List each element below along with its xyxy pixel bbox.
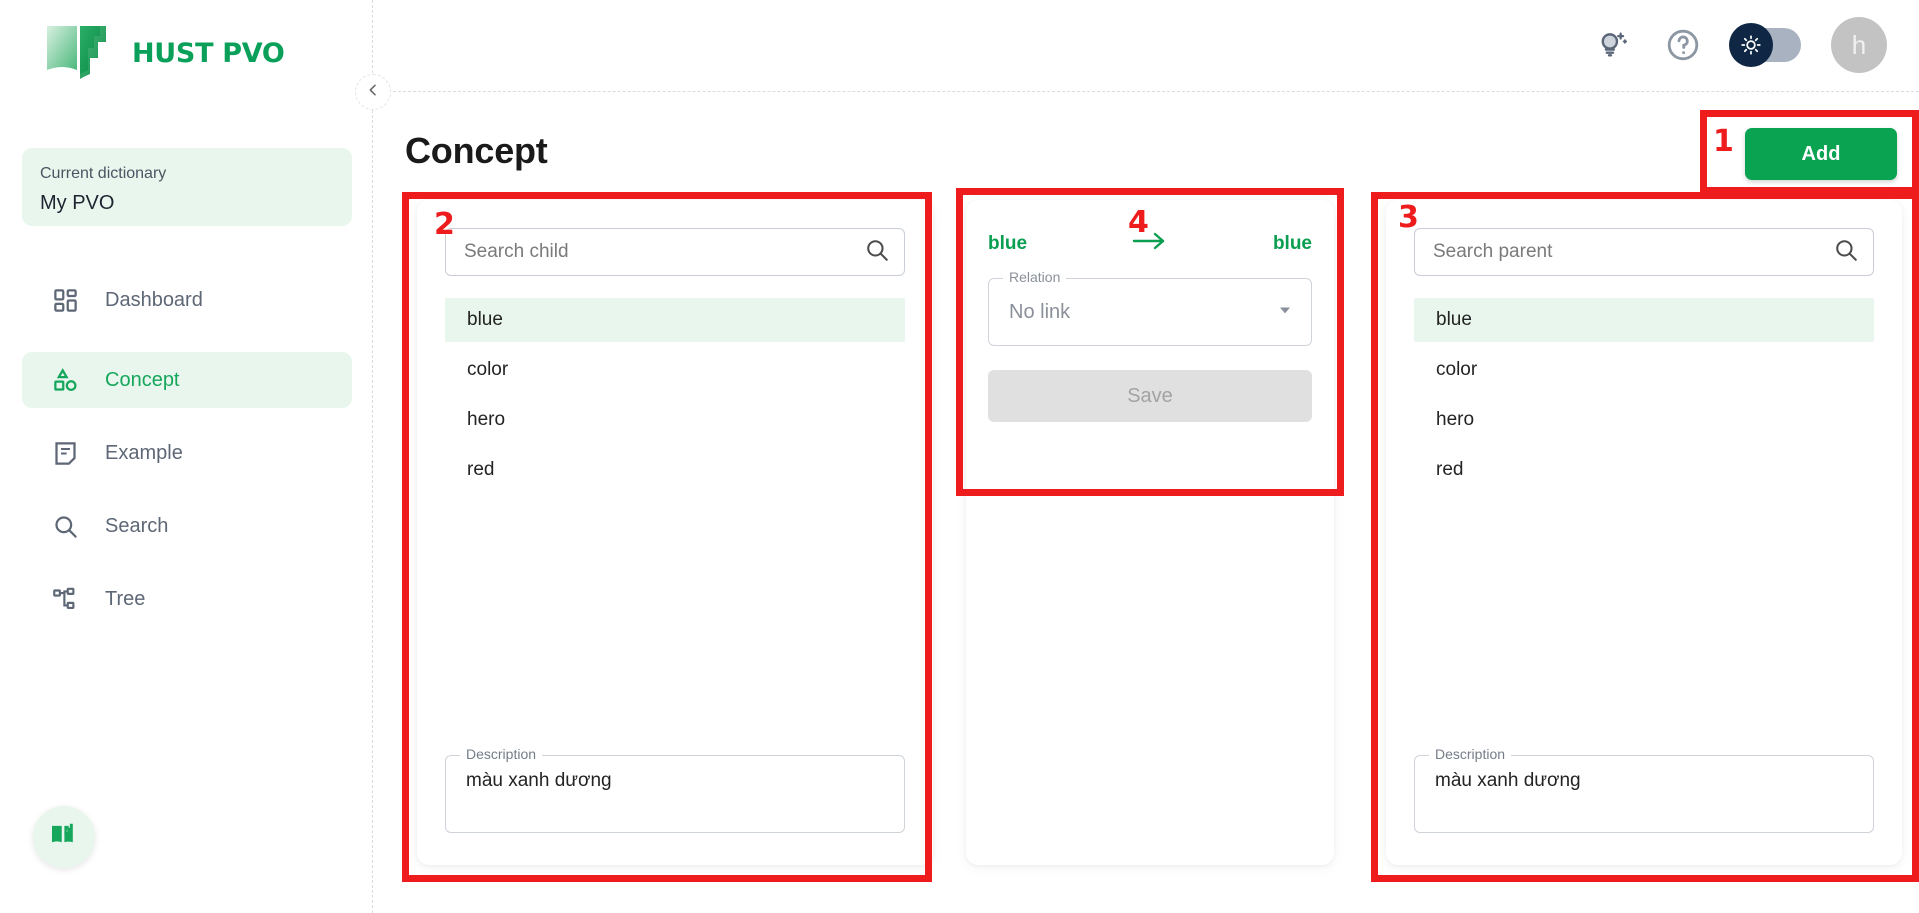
list-item[interactable]: blue	[445, 298, 905, 342]
arrow-right-icon	[1130, 230, 1170, 257]
relation-panel: blue blue Relation No link Save	[966, 200, 1334, 865]
relation-endpoints: blue blue	[988, 230, 1312, 257]
sidebar-item-label: Tree	[105, 587, 146, 610]
list-item[interactable]: red	[445, 448, 905, 492]
parent-concept-panel: blue color hero red Description màu xanh…	[1386, 200, 1902, 865]
add-button[interactable]: Add	[1745, 128, 1897, 180]
current-dictionary-card[interactable]: Current dictionary My PVO	[22, 148, 352, 226]
list-item[interactable]: color	[1414, 348, 1874, 392]
header-divider	[373, 91, 1919, 92]
relation-select[interactable]: Relation No link	[988, 269, 1312, 346]
current-dictionary-label: Current dictionary	[40, 165, 167, 182]
save-button[interactable]: Save	[988, 370, 1312, 422]
magnifier-icon[interactable]	[864, 237, 890, 268]
relation-selected-value: No link	[1009, 300, 1071, 323]
avatar[interactable]: h	[1831, 17, 1887, 73]
child-description-value: màu xanh dương	[466, 770, 612, 791]
sidebar-item-label: Dashboard	[105, 288, 203, 311]
child-description-field[interactable]: Description màu xanh dương	[445, 746, 905, 833]
note-icon	[52, 440, 79, 467]
open-book-icon	[44, 22, 118, 84]
brand-logo[interactable]: HUST PVO	[44, 22, 285, 84]
list-item[interactable]: blue	[1414, 298, 1874, 342]
header-bar: h	[373, 0, 1919, 92]
dashboard-grid-icon	[52, 287, 79, 314]
help-circle-icon[interactable]	[1663, 25, 1703, 65]
shapes-icon	[52, 367, 79, 394]
sidebar-item-label: Search	[105, 514, 169, 537]
parent-description-value: màu xanh dương	[1435, 770, 1581, 791]
magnifier-icon[interactable]	[1833, 237, 1859, 268]
sidebar-item-tree[interactable]: Tree	[22, 571, 352, 627]
child-description-label: Description	[460, 746, 543, 762]
current-dictionary-value: My PVO	[40, 192, 115, 214]
relation-label: Relation	[1003, 269, 1067, 285]
brand-name: HUST PVO	[132, 37, 285, 69]
app-root: HUST PVO Current dictionary My PVO Dashb…	[0, 0, 1919, 913]
chevron-down-icon[interactable]	[1275, 300, 1295, 325]
parent-description-label: Description	[1429, 746, 1512, 762]
list-item[interactable]: hero	[445, 398, 905, 442]
sidebar-item-dashboard[interactable]: Dashboard	[22, 272, 352, 328]
hierarchy-tree-icon	[52, 586, 79, 613]
sidebar-item-label: Example	[105, 441, 183, 464]
list-item[interactable]: color	[445, 348, 905, 392]
relation-right-word: blue	[1272, 232, 1312, 254]
search-parent-input[interactable]	[1433, 241, 1833, 263]
annotation-number-1: 1	[1713, 124, 1734, 159]
avatar-initial: h	[1851, 29, 1867, 60]
theme-toggle-switch[interactable]	[1729, 23, 1801, 67]
chevron-left-icon	[365, 82, 381, 103]
child-concept-list: blue color hero red	[445, 298, 905, 492]
dictionary-fab-button[interactable]	[33, 806, 95, 868]
relation-left-word: blue	[988, 232, 1028, 254]
sidebar-item-concept[interactable]: Concept	[22, 352, 352, 408]
list-item[interactable]: red	[1414, 448, 1874, 492]
page-title: Concept	[405, 130, 548, 171]
parent-concept-list: blue color hero red	[1414, 298, 1874, 492]
sidebar-item-example[interactable]: Example	[22, 425, 352, 481]
lightbulb-sparkle-icon[interactable]	[1593, 25, 1633, 65]
child-concept-panel: blue color hero red Description màu xanh…	[417, 200, 933, 865]
search-child-input[interactable]	[464, 241, 864, 263]
search-parent-box[interactable]	[1414, 228, 1874, 276]
sidebar-item-search[interactable]: Search	[22, 498, 352, 554]
sidebar: HUST PVO Current dictionary My PVO Dashb…	[0, 0, 373, 913]
header-actions: h	[1593, 17, 1887, 73]
sun-icon	[1729, 23, 1773, 67]
parent-description-field[interactable]: Description màu xanh dương	[1414, 746, 1874, 833]
sidebar-item-label: Concept	[105, 368, 180, 391]
search-child-box[interactable]	[445, 228, 905, 276]
sidebar-collapse-button[interactable]	[355, 74, 391, 110]
sidebar-divider	[372, 0, 373, 913]
magnifier-icon	[52, 513, 79, 540]
list-item[interactable]: hero	[1414, 398, 1874, 442]
open-book-icon	[48, 819, 80, 856]
